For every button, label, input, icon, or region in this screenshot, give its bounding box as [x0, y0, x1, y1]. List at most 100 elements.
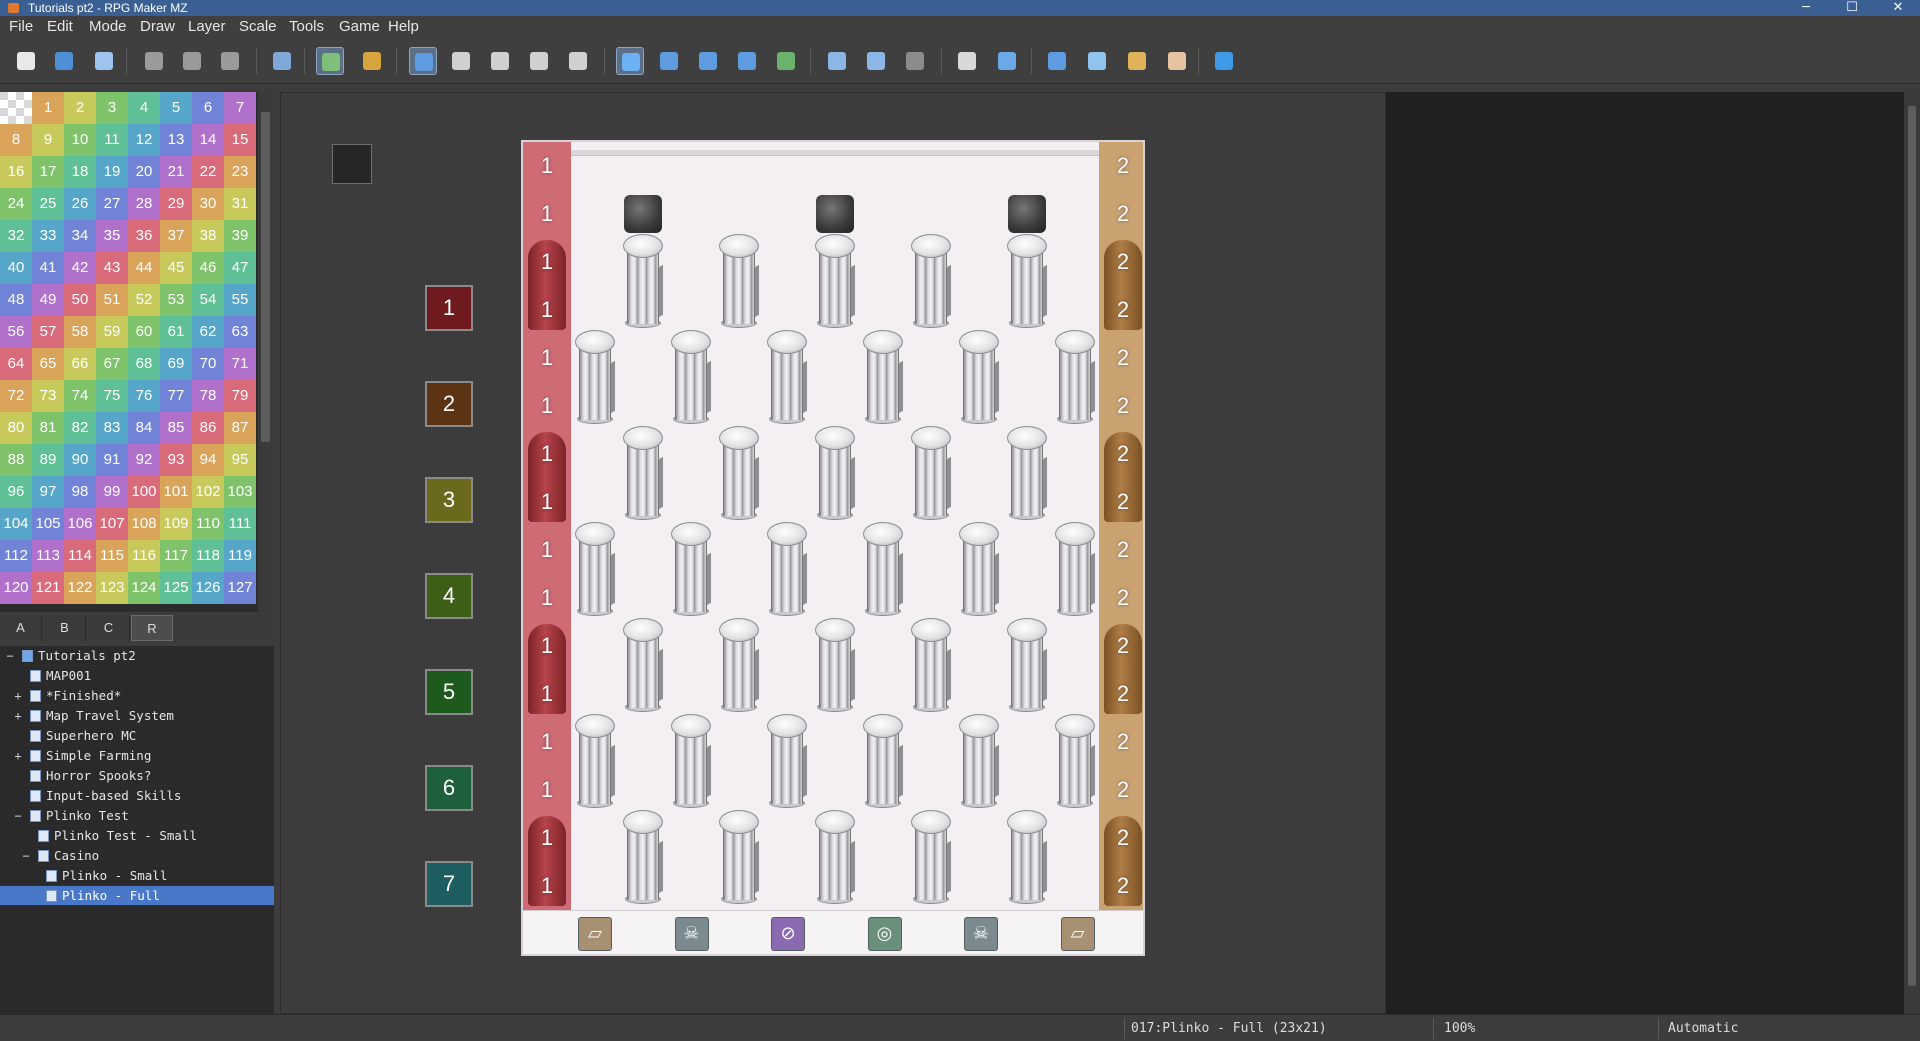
palette-region-27[interactable]: 27	[96, 188, 128, 220]
palette-region-122[interactable]: 122	[64, 572, 96, 604]
palette-region-29[interactable]: 29	[160, 188, 192, 220]
palette-region-56[interactable]: 56	[0, 316, 32, 348]
palette-region-23[interactable]: 23	[224, 156, 256, 188]
zoom-out-icon[interactable]	[862, 47, 890, 75]
palette-region-85[interactable]: 85	[160, 412, 192, 444]
palette-region-127[interactable]: 127	[224, 572, 256, 604]
palette-region-36[interactable]: 36	[128, 220, 160, 252]
palette-region-73[interactable]: 73	[32, 380, 64, 412]
palette-region-63[interactable]: 63	[224, 316, 256, 348]
palette-region-11[interactable]: 11	[96, 124, 128, 156]
map-tree-item[interactable]: Plinko - Full	[0, 886, 274, 906]
menu-edit[interactable]: Edit	[47, 18, 73, 35]
palette-region-61[interactable]: 61	[160, 316, 192, 348]
resource-manager-icon[interactable]	[1123, 47, 1151, 75]
palette-region-123[interactable]: 123	[96, 572, 128, 604]
tab-c[interactable]: C	[88, 615, 130, 641]
palette-region-38[interactable]: 38	[192, 220, 224, 252]
palette-region-68[interactable]: 68	[128, 348, 160, 380]
map-tree-item[interactable]: + Simple Farming	[0, 746, 274, 766]
tab-r[interactable]: R	[131, 615, 173, 641]
palette-region-24[interactable]: 24	[0, 188, 32, 220]
palette-region-9[interactable]: 9	[32, 124, 64, 156]
palette-region-117[interactable]: 117	[160, 540, 192, 572]
palette-region-54[interactable]: 54	[192, 284, 224, 316]
rectangle-icon[interactable]	[655, 47, 683, 75]
palette-region-108[interactable]: 108	[128, 508, 160, 540]
palette-region-126[interactable]: 126	[192, 572, 224, 604]
map-mode-icon[interactable]	[316, 47, 344, 75]
character-generator-icon[interactable]	[1163, 47, 1191, 75]
palette-region-7[interactable]: 7	[224, 92, 256, 124]
palette-region-46[interactable]: 46	[192, 252, 224, 284]
palette-region-84[interactable]: 84	[128, 412, 160, 444]
palette-region-106[interactable]: 106	[64, 508, 96, 540]
layer-1-icon[interactable]	[447, 47, 475, 75]
palette-region-57[interactable]: 57	[32, 316, 64, 348]
tile-palette[interactable]: 1 2 3 4 5 6 7 8 9 10 11 12 13 14 15 16 17 18 19 20 21 22 23 24 2…	[0, 92, 258, 612]
palette-region-33[interactable]: 33	[32, 220, 64, 252]
map-tree-item[interactable]: − Tutorials pt2	[0, 646, 274, 666]
fill-icon[interactable]	[733, 47, 761, 75]
map-tree-item[interactable]: − Plinko Test	[0, 806, 274, 826]
palette-region-91[interactable]: 91	[96, 444, 128, 476]
zoom-in-icon[interactable]	[823, 47, 851, 75]
palette-region-104[interactable]: 104	[0, 508, 32, 540]
palette-scroll-thumb[interactable]	[261, 112, 270, 442]
paste-icon[interactable]	[216, 47, 244, 75]
palette-region-113[interactable]: 113	[32, 540, 64, 572]
layer-3-icon[interactable]	[525, 47, 553, 75]
palette-region-6[interactable]: 6	[192, 92, 224, 124]
palette-region-65[interactable]: 65	[32, 348, 64, 380]
palette-region-14[interactable]: 14	[192, 124, 224, 156]
palette-region-90[interactable]: 90	[64, 444, 96, 476]
palette-region-92[interactable]: 92	[128, 444, 160, 476]
palette-region-51[interactable]: 51	[96, 284, 128, 316]
layer-2-icon[interactable]	[486, 47, 514, 75]
palette-region-20[interactable]: 20	[128, 156, 160, 188]
palette-region-58[interactable]: 58	[64, 316, 96, 348]
menu-help[interactable]: Help	[388, 18, 419, 35]
palette-scrollbar[interactable]	[258, 92, 273, 612]
palette-region-110[interactable]: 110	[192, 508, 224, 540]
map-vertical-scrollbar[interactable]	[1904, 92, 1920, 1014]
plinko-ball[interactable]	[1008, 195, 1046, 233]
palette-region-121[interactable]: 121	[32, 572, 64, 604]
palette-region-45[interactable]: 45	[160, 252, 192, 284]
palette-region-34[interactable]: 34	[64, 220, 96, 252]
palette-region-115[interactable]: 115	[96, 540, 128, 572]
palette-region-86[interactable]: 86	[192, 412, 224, 444]
palette-region-74[interactable]: 74	[64, 380, 96, 412]
palette-region-52[interactable]: 52	[128, 284, 160, 316]
palette-region-62[interactable]: 62	[192, 316, 224, 348]
palette-region-75[interactable]: 75	[96, 380, 128, 412]
palette-region-83[interactable]: 83	[96, 412, 128, 444]
palette-region-89[interactable]: 89	[32, 444, 64, 476]
palette-region-16[interactable]: 16	[0, 156, 32, 188]
palette-region-17[interactable]: 17	[32, 156, 64, 188]
palette-region-15[interactable]: 15	[224, 124, 256, 156]
palette-region-8[interactable]: 8	[0, 124, 32, 156]
save-project-icon[interactable]	[90, 47, 118, 75]
palette-region-21[interactable]: 21	[160, 156, 192, 188]
palette-region-101[interactable]: 101	[160, 476, 192, 508]
undo-icon[interactable]	[268, 47, 296, 75]
palette-region-87[interactable]: 87	[224, 412, 256, 444]
playtest-icon[interactable]	[1210, 47, 1238, 75]
palette-region-94[interactable]: 94	[192, 444, 224, 476]
palette-region-109[interactable]: 109	[160, 508, 192, 540]
palette-region-111[interactable]: 111	[224, 508, 256, 540]
palette-region-25[interactable]: 25	[32, 188, 64, 220]
menu-tools[interactable]: Tools	[289, 18, 324, 35]
map-tree-item[interactable]: Horror Spooks?	[0, 766, 274, 786]
tab-b[interactable]: B	[44, 615, 86, 641]
palette-region-124[interactable]: 124	[128, 572, 160, 604]
palette-region-4[interactable]: 4	[128, 92, 160, 124]
layer-4-icon[interactable]	[564, 47, 592, 75]
map-tree-item[interactable]: − Casino	[0, 846, 274, 866]
palette-region-2[interactable]: 2	[64, 92, 96, 124]
actual-size-icon[interactable]	[901, 47, 929, 75]
palette-region-48[interactable]: 48	[0, 284, 32, 316]
layer-auto-icon[interactable]	[409, 47, 437, 75]
map-tree-item[interactable]: + Map Travel System	[0, 706, 274, 726]
